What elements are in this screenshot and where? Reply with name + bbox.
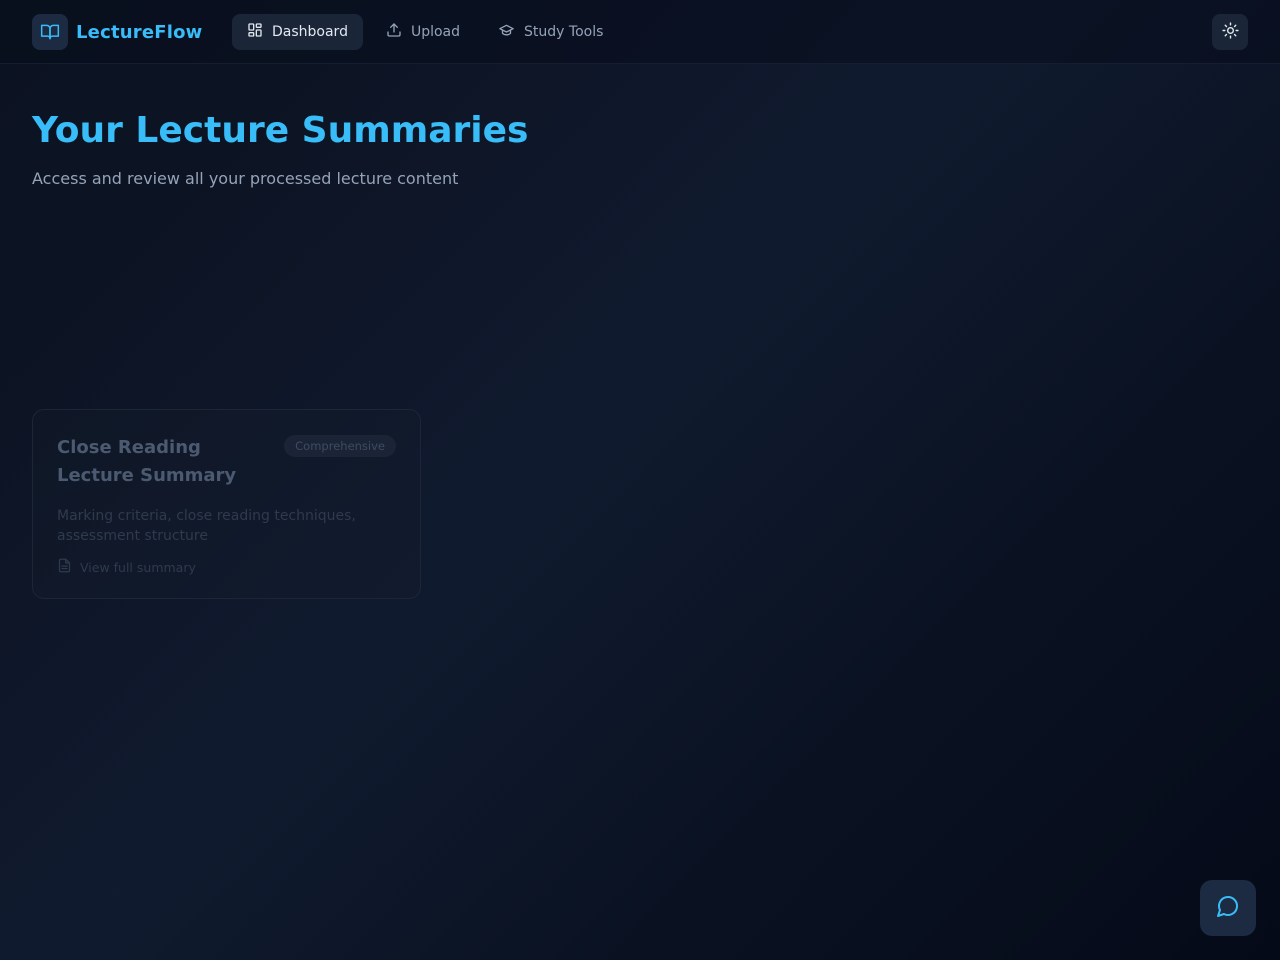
summary-type-badge: Comprehensive bbox=[284, 435, 396, 457]
tab-upload-label: Upload bbox=[410, 24, 461, 40]
page-subtitle: Access and review all your processed lec… bbox=[32, 169, 459, 188]
chat-button[interactable] bbox=[1200, 880, 1256, 936]
chat-bubble-icon bbox=[1216, 894, 1240, 922]
upload-icon bbox=[386, 22, 402, 42]
top-navbar: LectureFlow Dashboard Upload Study Tools bbox=[0, 0, 1280, 64]
tab-dashboard-label: Dashboard bbox=[272, 24, 348, 40]
page-title: Your Lecture Summaries bbox=[32, 110, 529, 151]
theme-toggle-button[interactable] bbox=[1212, 14, 1248, 50]
summary-card[interactable]: Close Reading Lecture Summary Comprehens… bbox=[32, 409, 421, 599]
summary-card-description: Marking criteria, close reading techniqu… bbox=[57, 508, 356, 544]
view-full-summary-link[interactable]: View full summary bbox=[57, 558, 196, 576]
summary-card-title: Close Reading Lecture Summary bbox=[57, 437, 237, 486]
tab-upload[interactable]: Upload bbox=[371, 14, 475, 50]
open-book-icon bbox=[32, 14, 68, 50]
main-nav: Dashboard Upload Study Tools bbox=[232, 14, 618, 50]
document-icon bbox=[57, 558, 72, 576]
brand-logo-link[interactable]: LectureFlow bbox=[32, 14, 203, 50]
tab-study-tools[interactable]: Study Tools bbox=[483, 14, 618, 50]
graduation-cap-icon bbox=[498, 22, 515, 42]
tab-study-tools-label: Study Tools bbox=[524, 24, 604, 40]
dashboard-icon bbox=[247, 22, 263, 42]
sun-icon bbox=[1221, 21, 1239, 43]
app-name: LectureFlow bbox=[76, 21, 203, 43]
tab-dashboard[interactable]: Dashboard bbox=[232, 14, 363, 50]
view-full-summary-label: View full summary bbox=[80, 559, 196, 575]
